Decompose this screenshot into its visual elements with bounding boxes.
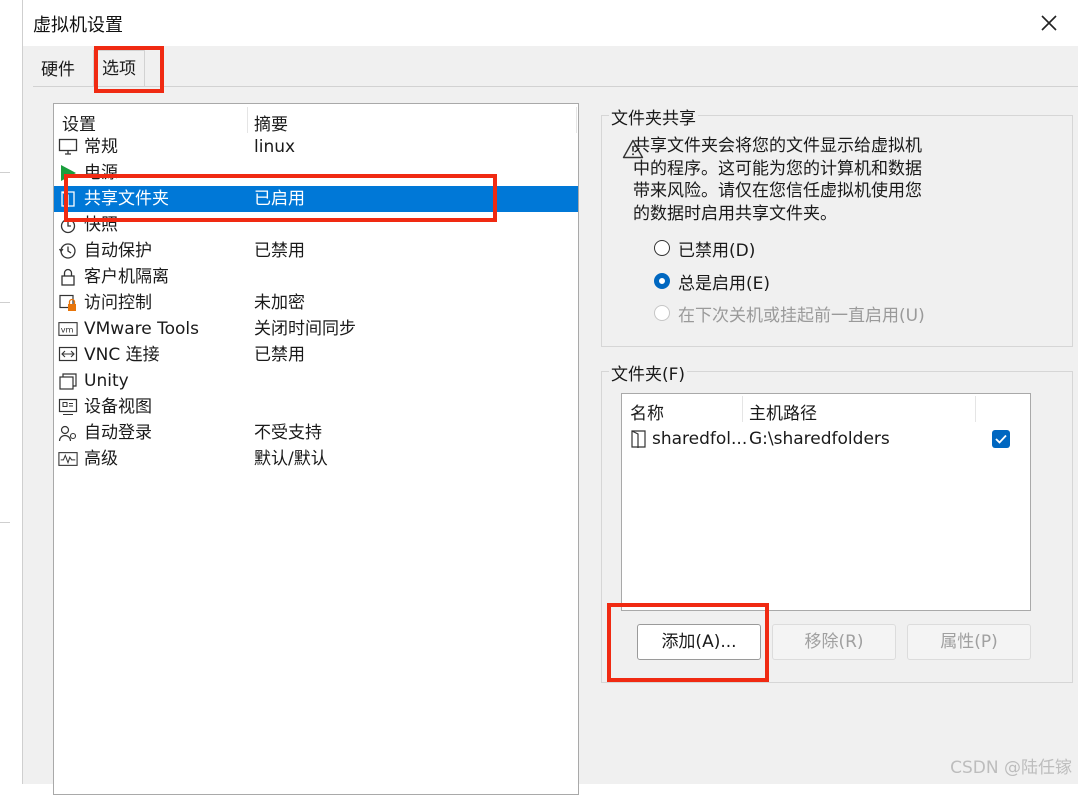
folders-label: 文件夹(F) [609,360,688,385]
column-header-summary[interactable]: 摘要 [254,110,288,135]
folder-properties-button[interactable]: 属性(P) [907,624,1031,660]
settings-row-name: 高级 [84,449,118,469]
settings-row-name: 电源 [84,163,118,183]
radio-label: 已禁用(D) [678,240,756,261]
close-icon [1041,15,1057,31]
access-control-icon [58,294,78,312]
settings-row-general[interactable]: 常规 linux [54,134,578,160]
snapshot-icon [58,216,78,234]
radio-circle[interactable] [654,240,670,256]
power-play-icon [58,164,78,182]
settings-row-device-view[interactable]: 设备视图 [54,394,578,420]
warning-line: 的数据时启用共享文件夹。 [633,203,837,224]
sharing-warning-text: 共享文件夹会将您的文件显示给虚拟机 中的程序。这可能为您的计算机和数据 带来风险… [633,135,963,225]
settings-row-name: 访问控制 [84,293,152,313]
advanced-waveform-icon [58,450,78,468]
folder-sharing-label: 文件夹共享 [609,104,698,129]
column-separator[interactable] [576,107,577,133]
radio-always-enabled[interactable]: 总是启用(E) [654,269,771,294]
settings-row-name: VMware Tools [84,319,199,339]
vm-tools-icon: vm [58,320,78,338]
settings-row-summary: 默认/默认 [254,449,328,469]
tab-divider [33,86,1078,87]
column-separator[interactable] [742,396,743,422]
background-window-edge [0,0,23,784]
unity-icon [58,372,78,390]
settings-row-name: 自动保护 [84,241,152,261]
settings-row-vnc[interactable]: VNC 连接 已禁用 [54,342,578,368]
settings-row-summary: linux [254,137,296,157]
settings-row-snapshots[interactable]: 快照 [54,212,578,238]
checkmark-icon [995,434,1007,444]
tab-options[interactable]: 选项 [93,50,145,87]
settings-row-name: 共享文件夹 [84,189,169,209]
settings-list[interactable]: 设置 摘要 常规 linux 电源 共享文件夹 已启用 快照 自动保护 已禁用 … [53,103,579,795]
svg-text:vm: vm [61,325,74,335]
radio-circle [654,305,670,321]
settings-row-unity[interactable]: Unity [54,368,578,394]
settings-row-shared-folders[interactable]: 共享文件夹 已启用 [54,186,578,212]
radio-until-poweroff: 在下次关机或挂起前一直启用(U) [654,301,925,326]
settings-list-header: 设置 摘要 [54,104,578,135]
shared-folder-icon [630,429,648,459]
background-divider [0,302,10,303]
column-header-host-path[interactable]: 主机路径 [749,399,817,424]
shared-folder-icon [58,190,78,208]
add-folder-button[interactable]: 添加(A)... [637,624,761,660]
vnc-icon [58,346,78,364]
column-header-setting[interactable]: 设置 [62,110,96,135]
settings-row-name: 设备视图 [84,397,152,417]
warning-line: 带来风险。请仅在您信任虚拟机使用您 [633,181,922,201]
dialog-title: 虚拟机设置 [33,15,123,36]
settings-row-name: Unity [84,371,129,391]
background-divider [0,522,10,523]
settings-row-name: VNC 连接 [84,345,160,365]
settings-row-guest-isolation[interactable]: 客户机隔离 [54,264,578,290]
settings-row-name: 快照 [84,215,118,235]
monitor-icon [58,138,78,156]
settings-row-summary: 不受支持 [254,423,322,443]
settings-row-summary: 已禁用 [254,241,305,261]
settings-row-summary: 已禁用 [254,345,305,365]
settings-row-advanced[interactable]: 高级 默认/默认 [54,446,578,472]
settings-row-summary: 未加密 [254,293,305,313]
title-bar: 虚拟机设置 [23,0,1078,46]
radio-label: 在下次关机或挂起前一直启用(U) [678,305,925,326]
folder-enabled-checkbox[interactable] [992,430,1010,448]
settings-row-access-control[interactable]: 访问控制 未加密 [54,290,578,316]
column-header-name[interactable]: 名称 [630,399,664,424]
folder-row[interactable]: sharedfol... G:\sharedfolders [622,424,1030,454]
settings-row-name: 自动登录 [84,423,152,443]
settings-row-name: 客户机隔离 [84,267,169,287]
column-separator[interactable] [975,396,976,422]
autologin-user-icon [58,424,78,442]
autoprotect-clock-icon [58,242,78,260]
warning-line: 共享文件夹会将您的文件显示给虚拟机 [633,136,922,156]
vm-settings-dialog: 虚拟机设置 硬件 选项 设置 摘要 常规 linux 电源 共享文件夹 已启用 [22,0,1078,795]
radio-disabled-option[interactable]: 已禁用(D) [654,236,756,261]
radio-circle-checked[interactable] [654,273,670,289]
watermark: CSDN @陆任镓 [950,758,1072,778]
folders-list-header: 名称 主机路径 [622,394,1030,424]
device-view-icon [58,398,78,416]
settings-row-summary: 关闭时间同步 [254,319,356,339]
settings-row-power[interactable]: 电源 [54,160,578,186]
column-separator[interactable] [247,107,248,133]
warning-line: 中的程序。这可能为您的计算机和数据 [633,158,922,179]
settings-row-summary: 已启用 [254,189,305,209]
folder-host-path: G:\sharedfolders [749,429,890,449]
folder-name: sharedfol... [652,429,748,449]
settings-row-autologin[interactable]: 自动登录 不受支持 [54,420,578,446]
tab-hardware[interactable]: 硬件 [33,54,83,86]
background-divider [0,172,10,173]
close-button[interactable] [1029,6,1069,40]
lock-icon [58,268,78,286]
settings-row-name: 常规 [84,137,118,157]
folders-list[interactable]: 名称 主机路径 sharedfol... G:\sharedfolders [621,393,1031,611]
radio-label: 总是启用(E) [678,273,771,294]
settings-row-vmware-tools[interactable]: vm VMware Tools 关闭时间同步 [54,316,578,342]
remove-folder-button[interactable]: 移除(R) [772,624,896,660]
settings-row-autoprotect[interactable]: 自动保护 已禁用 [54,238,578,264]
